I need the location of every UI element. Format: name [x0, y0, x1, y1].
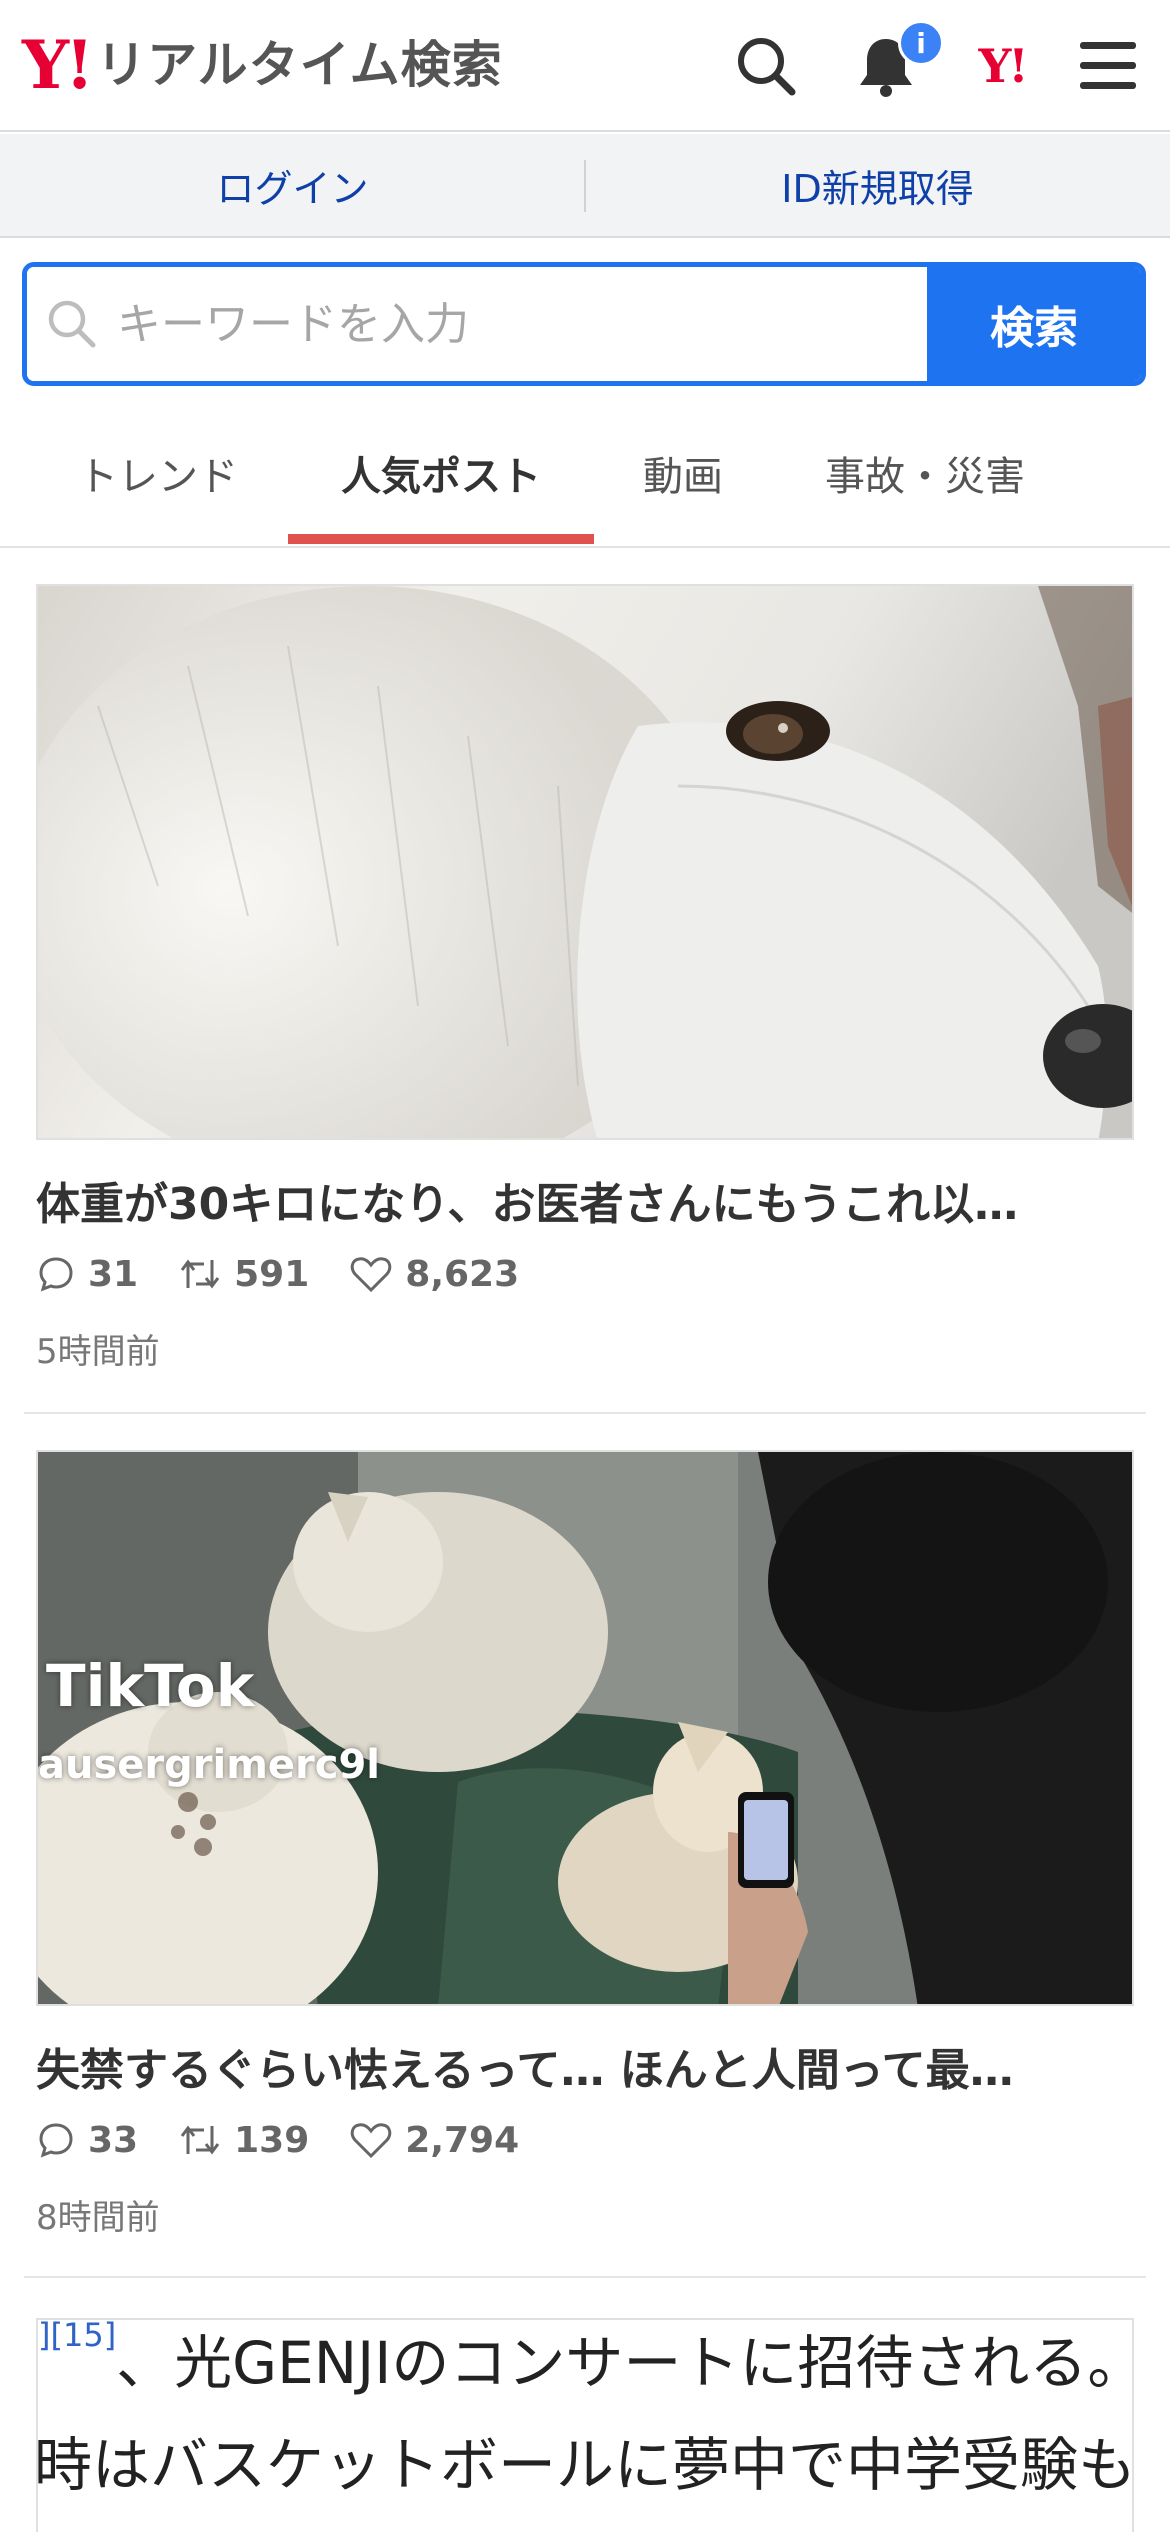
reply-icon [39, 1257, 73, 1292]
post-stats: 33 139 2,794 [36, 2110, 559, 2170]
login-link[interactable]: ログイン [0, 134, 585, 236]
like-count-value: 8,623 [405, 1253, 520, 1295]
tiktok-username-watermark: ausergrimerc9l [38, 1742, 380, 1788]
yahoo-realtime-logo[interactable]: Y! リアルタイム検索 [22, 30, 503, 100]
like-count[interactable]: 2,794 [349, 2120, 519, 2161]
repost-count[interactable]: 139 [178, 2120, 309, 2161]
search-field-icon [27, 297, 117, 351]
tiktok-watermark: TikTok [46, 1652, 255, 1720]
repost-count-value: 591 [234, 1253, 310, 1295]
preview-line-1: ][15]、光GENJIのコンサートに招待される。 [38, 2318, 1134, 2400]
post-image-dogs-video[interactable]: TikTok ausergrimerc9l [36, 1450, 1134, 2006]
repost-icon [180, 2125, 220, 2155]
preview-line-1-text: 、光GENJIのコンサートに招待される。 [116, 2329, 1134, 2397]
active-tab-indicator [288, 534, 594, 544]
post-title[interactable]: 体重が30キロになり、お医者さんにもうこれ以… [36, 1168, 1134, 1232]
reply-count-value: 33 [88, 2119, 139, 2161]
post-timestamp: 5時間前 [36, 1332, 160, 1372]
post-divider [24, 2276, 1146, 2278]
reply-count-value: 31 [88, 1253, 139, 1295]
tab-trend[interactable]: トレンド [40, 400, 276, 546]
notification-badge: i [898, 20, 944, 66]
post-card[interactable]: TikTok ausergrimerc9l 失禁するぐらい怯えるって… ほんと人… [36, 1450, 1134, 2238]
app-header: Y! リアルタイム検索 i Y! [0, 0, 1170, 132]
login-bar: ログイン ID新規取得 [0, 134, 1170, 238]
tab-popular-posts[interactable]: 人気ポスト [288, 400, 594, 546]
login-bar-divider [584, 160, 586, 212]
search-field-wrapper [27, 267, 927, 381]
logo-text: リアルタイム検索 [96, 36, 503, 94]
preview-line-2: 時はバスケットボールに夢中で中学受験もそ [36, 2431, 1134, 2499]
search-form: 検索 [22, 262, 1146, 386]
repost-icon [180, 1259, 220, 1289]
reply-count[interactable]: 33 [36, 2120, 138, 2161]
post-divider [24, 1412, 1146, 1414]
repost-count-value: 139 [234, 2119, 310, 2161]
tab-accidents-disasters[interactable]: 事故・災害 [790, 400, 1060, 546]
heart-icon [350, 2123, 392, 2159]
tab-videos[interactable]: 動画 [600, 400, 766, 546]
like-count[interactable]: 8,623 [349, 1254, 519, 1295]
logo-mark: Y! [22, 26, 94, 104]
preview-line-3: ていたもの、事務所に入るつもりはなく断っ [38, 2516, 1132, 2532]
reply-icon [39, 2123, 73, 2158]
search-icon[interactable] [728, 28, 804, 104]
yahoo-mark: Y! [978, 39, 1028, 93]
hamburger-menu-icon[interactable] [1070, 28, 1146, 104]
yahoo-home-icon[interactable]: Y! [964, 28, 1040, 104]
like-count-value: 2,794 [405, 2119, 520, 2161]
category-tabs: トレンド 人気ポスト 動画 事故・災害 [0, 400, 1170, 548]
post-image-white-dog[interactable] [36, 584, 1134, 1140]
search-button[interactable]: 検索 [927, 267, 1141, 381]
preview-footnote: ][15] [38, 2318, 117, 2354]
post-image-text-screenshot[interactable]: ][15]、光GENJIのコンサートに招待される。 時はバスケットボールに夢中で… [36, 2318, 1134, 2532]
repost-count[interactable]: 591 [178, 1254, 309, 1295]
register-id-link[interactable]: ID新規取得 [585, 134, 1170, 236]
post-timestamp: 8時間前 [36, 2198, 160, 2238]
post-title[interactable]: 失禁するぐらい怯えるって… ほんと人間って最… [36, 2034, 1134, 2098]
post-stats: 31 591 8,623 [36, 1244, 559, 1304]
search-input[interactable] [117, 298, 927, 350]
notification-bell-icon[interactable]: i [848, 20, 944, 104]
heart-icon [350, 1257, 392, 1293]
post-card[interactable]: 体重が30キロになり、お医者さんにもうこれ以… 31 591 8,623 5時間… [36, 584, 1134, 1372]
reply-count[interactable]: 31 [36, 1254, 138, 1295]
